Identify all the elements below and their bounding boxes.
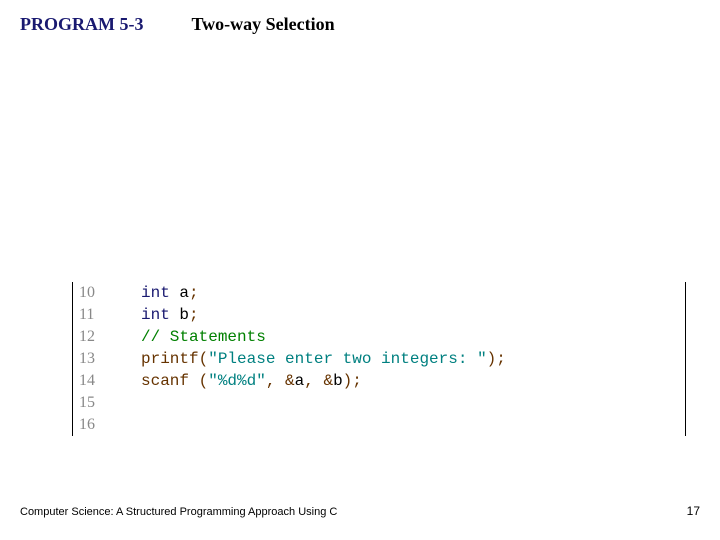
code-line: // Statements	[141, 326, 685, 348]
code-line: int a;	[141, 282, 685, 304]
footer-text: Computer Science: A Structured Programmi…	[20, 506, 337, 518]
code-line: int b;	[141, 304, 685, 326]
slide-footer: Computer Science: A Structured Programmi…	[20, 504, 700, 518]
line-number: 13	[79, 348, 111, 370]
program-label: PROGRAM 5-3	[20, 14, 143, 35]
slide-header: PROGRAM 5-3 Two-way Selection	[0, 0, 720, 35]
page-number: 17	[687, 504, 700, 518]
code-content: int a; int b; // Statements printf("Plea…	[117, 282, 685, 436]
code-line: scanf ("%d%d", &a, &b);	[141, 370, 685, 392]
line-number: 10	[79, 282, 111, 304]
code-line: printf("Please enter two integers: ");	[141, 348, 685, 370]
program-title: Two-way Selection	[191, 14, 334, 35]
line-number: 15	[79, 392, 111, 414]
line-number-gutter: 10 11 12 13 14 15 16	[73, 282, 117, 436]
line-number: 11	[79, 304, 111, 326]
line-number: 12	[79, 326, 111, 348]
line-number: 16	[79, 414, 111, 436]
line-number: 14	[79, 370, 111, 392]
code-block: 10 11 12 13 14 15 16 int a; int b; // St…	[72, 282, 686, 436]
